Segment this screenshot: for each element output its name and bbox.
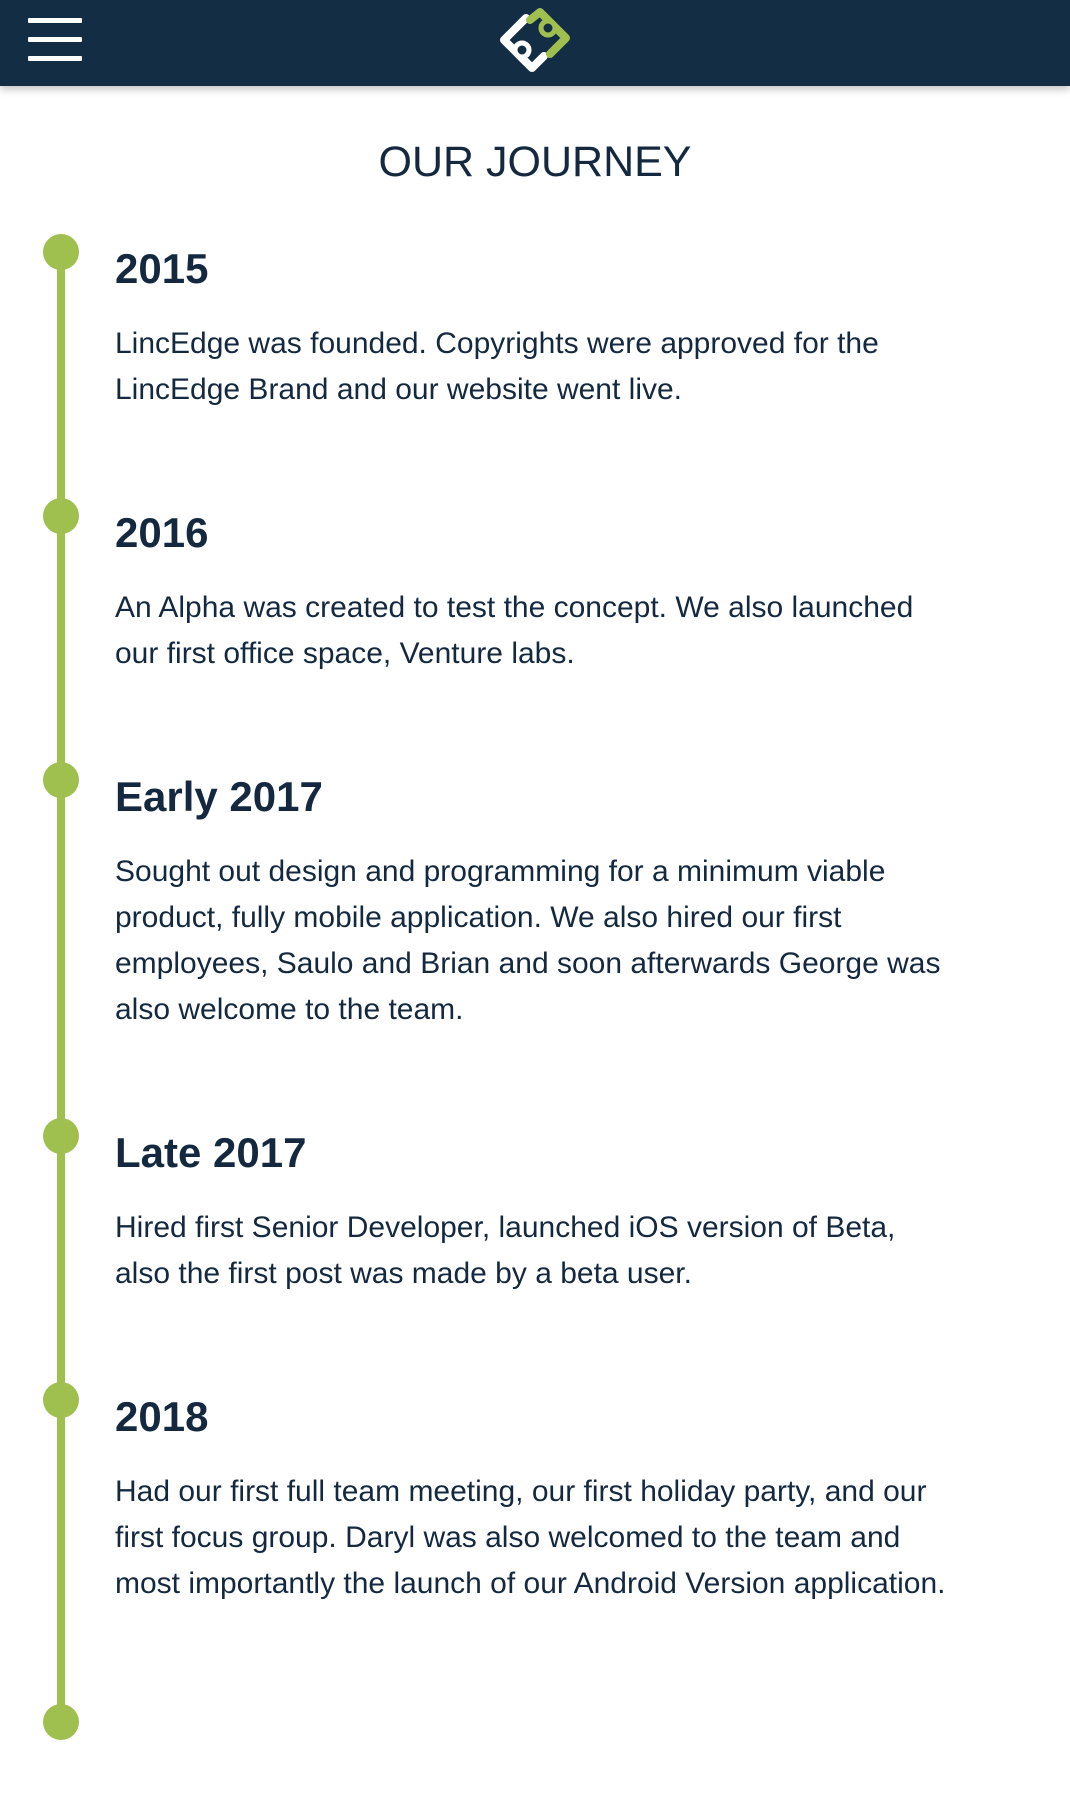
timeline-entry-year: Late 2017: [115, 1129, 307, 1176]
journey-timeline: 2015 LincEdge was founded. Copyrights we…: [0, 0, 1070, 1800]
timeline-dot: [43, 1382, 79, 1418]
timeline-entry-2018: 2018 Had our first full team meeting, ou…: [115, 1391, 955, 1607]
timeline-entry-text: Sought out design and programming for a …: [115, 855, 941, 1026]
timeline-entry-year: 2018: [115, 1393, 209, 1440]
timeline-entry-2015: 2015 LincEdge was founded. Copyrights we…: [115, 243, 955, 413]
timeline-dot: [43, 762, 79, 798]
timeline-entry-text: An Alpha was created to test the concept…: [115, 591, 914, 670]
timeline-entry-year: 2016: [115, 509, 209, 556]
lincedge-logo-icon[interactable]: [496, 6, 574, 76]
timeline-entry-text: LincEdge was founded. Copyrights were ap…: [115, 327, 879, 406]
timeline-dot: [43, 498, 79, 534]
timeline-dot: [43, 234, 79, 270]
timeline-entry-year: 2015: [115, 245, 209, 292]
hamburger-menu-icon[interactable]: [28, 18, 82, 62]
menu-bar-line: [28, 18, 82, 23]
timeline-entry-2016: 2016 An Alpha was created to test the co…: [115, 507, 955, 677]
menu-bar-line: [28, 56, 82, 61]
timeline-entry-text: Had our first full team meeting, our fir…: [115, 1475, 946, 1600]
timeline-entry-year: Early 2017: [115, 773, 323, 820]
timeline-entry-early-2017: Early 2017 Sought out design and program…: [115, 771, 955, 1033]
timeline-line: [57, 252, 65, 1722]
menu-bar-line: [28, 37, 82, 42]
timeline-entry-text: Hired first Senior Developer, launched i…: [115, 1211, 896, 1290]
top-navigation-bar: [0, 0, 1070, 86]
timeline-entry-late-2017: Late 2017 Hired first Senior Developer, …: [115, 1127, 955, 1297]
timeline-dot: [43, 1704, 79, 1740]
timeline-dot: [43, 1118, 79, 1154]
